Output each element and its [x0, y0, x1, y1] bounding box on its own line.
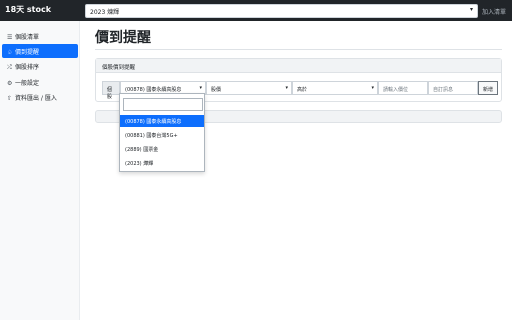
shuffle-icon: ⤮	[7, 64, 12, 71]
dropdown-option[interactable]: (00878) 國泰永續高股息	[120, 115, 204, 127]
message-input[interactable]: 自訂訊息	[428, 81, 478, 95]
dropdown-option[interactable]: (00881) 國泰台灣5G+	[120, 129, 204, 141]
chevron-down-icon: ▾	[285, 85, 288, 91]
app-brand[interactable]: 18天 stock	[5, 4, 51, 15]
sidebar-item-label: 個股清單	[15, 34, 40, 41]
sidebar-item-label: 價到提醒	[15, 49, 40, 56]
sidebar-item-price-alert[interactable]: ♤ 價到提醒	[2, 44, 78, 58]
stock-dropdown-menu: (00878) 國泰永續高股息 (00881) 國泰台灣5G+ (2889) 國…	[119, 93, 205, 172]
top-navbar: 18天 stock 2023 煉輝 ▾ 加入清單	[0, 0, 512, 21]
dropdown-option[interactable]: (2023) 燁輝	[120, 157, 204, 169]
chevron-down-icon: ▾	[469, 6, 473, 13]
price-type-value: 股價	[211, 87, 222, 93]
compare-select[interactable]: 高於 ▾	[292, 81, 378, 95]
compare-value: 高於	[297, 87, 308, 93]
sidebar-item-data-export-import[interactable]: ⇧ 資料匯出 / 匯入	[2, 90, 78, 104]
chevron-down-icon: ▾	[199, 85, 202, 91]
bell-icon: ♤	[7, 49, 13, 56]
stock-select[interactable]: 2023 煉輝 ▾	[85, 4, 478, 18]
sidebar-item-label: 資料匯出 / 匯入	[15, 95, 57, 102]
card-header: 個股價到提醒	[96, 59, 501, 73]
add-alert-button[interactable]: 新增	[478, 81, 498, 95]
divider	[95, 49, 502, 50]
page-title: 價到提醒	[95, 30, 151, 46]
gear-icon: ⚙	[7, 80, 13, 87]
stock-select-value: 2023 煉輝	[90, 9, 120, 16]
add-to-list-button[interactable]: 加入清單	[482, 7, 506, 16]
dropdown-option[interactable]: (2889) 國票金	[120, 143, 204, 155]
price-type-select[interactable]: 股價 ▾	[206, 81, 292, 95]
sidebar-item-stock-list[interactable]: ☰ 個股清單	[2, 29, 78, 43]
sidebar-item-label: 個股排序	[15, 64, 40, 71]
sidebar-item-label: 一般設定	[15, 80, 40, 87]
sidebar-item-stock-sort[interactable]: ⤮ 個股排序	[2, 59, 78, 73]
sidebar-item-general-settings[interactable]: ⚙ 一般設定	[2, 75, 78, 89]
dropdown-search-input[interactable]	[123, 98, 203, 111]
list-icon: ☰	[7, 34, 13, 41]
export-icon: ⇧	[7, 95, 13, 102]
chevron-down-icon: ▾	[371, 85, 374, 91]
price-input[interactable]: 請輸入價位	[378, 81, 428, 95]
stock-prefix-label: 個股	[102, 81, 120, 100]
sidebar: ☰ 個股清單 ♤ 價到提醒 ⤮ 個股排序 ⚙ 一般設定 ⇧ 資料匯出 / 匯入	[0, 21, 80, 320]
